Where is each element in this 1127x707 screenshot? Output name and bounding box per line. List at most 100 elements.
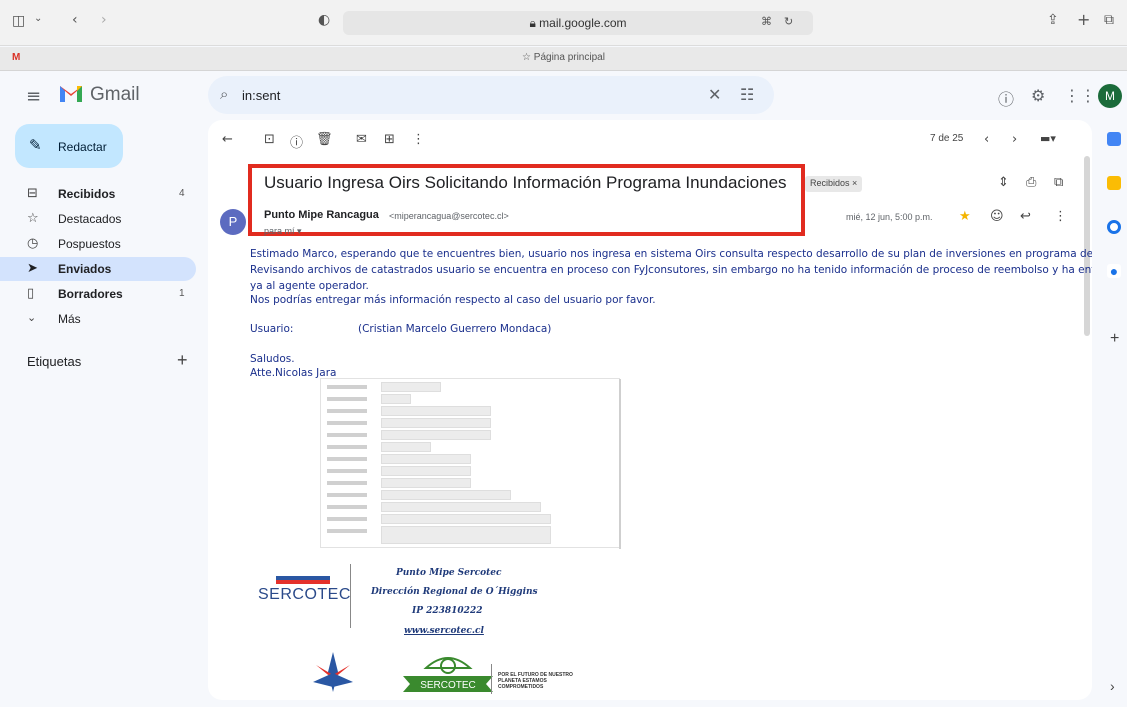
signature-region: Dirección Regional de O´Higgins <box>371 587 538 597</box>
signature-phone: IP 223810222 <box>412 606 483 616</box>
message-pane: ← ⊡ ⓘ 🗑︎ ✉ ⊞ ⋮ 7 de 25 ‹ › ▬▾ Usuario In… <box>208 120 1092 700</box>
sender-email: <miperancagua@sercotec.cl> <box>389 211 509 221</box>
new-tab-icon[interactable]: + <box>1077 10 1090 29</box>
expand-icon[interactable]: ⇕ <box>998 175 1009 190</box>
message-date: mié, 12 jun, 5:00 p.m. <box>846 212 933 222</box>
privacy-shield-icon[interactable]: ◐ <box>318 12 330 28</box>
browser-toolbar: ◫ ⌄ ‹ › ◐ 🔒︎ mail.google.com ⌘ ↻ ⇪ + ⧉ <box>0 0 1127 46</box>
tasks-icon[interactable] <box>1107 220 1121 234</box>
pagination-text: 7 de 25 <box>930 133 964 144</box>
reply-icon[interactable]: ↩ <box>1020 209 1031 224</box>
compose-button[interactable]: ✎ Redactar <box>15 124 123 168</box>
sender-name[interactable]: Punto Mipe Rancagua <box>264 209 379 221</box>
signature-website[interactable]: www.sercotec.cl <box>404 626 484 636</box>
search-options-icon[interactable]: ☷ <box>740 85 754 104</box>
side-panel: ● + › <box>1100 120 1127 700</box>
nav-item-count: 4 <box>179 188 185 199</box>
tab-bar: M ☆ Página principal <box>0 47 1127 71</box>
draft-icon: ▯ <box>27 286 35 301</box>
input-tools-icon[interactable]: ▬▾ <box>1040 132 1056 145</box>
labels-heading: Etiquetas <box>27 354 82 369</box>
nav-item-label: Destacados <box>58 212 122 226</box>
body-line: Estimado Marco, esperando que te encuent… <box>250 248 1092 260</box>
lock-icon: 🔒︎ <box>529 16 540 30</box>
newer-icon[interactable]: ‹ <box>984 132 989 147</box>
report-spam-icon[interactable]: ⓘ <box>290 132 303 151</box>
back-arrow-icon[interactable]: ← <box>222 132 233 147</box>
compose-label: Redactar <box>58 140 107 154</box>
forward-icon[interactable]: › <box>101 12 107 28</box>
nav-item-count: 1 <box>179 288 185 299</box>
nav-item-starred[interactable]: ☆ Destacados <box>0 207 196 231</box>
signature-divider <box>350 564 351 628</box>
recipient-details[interactable]: para mí ▾ <box>264 226 302 237</box>
user-label: Usuario: <box>250 323 294 335</box>
address-bar[interactable]: 🔒︎ mail.google.com ⌘ ↻ <box>343 11 813 35</box>
highlight-box <box>248 164 805 236</box>
search-icon[interactable]: ⌕ <box>220 85 228 103</box>
get-addons-icon[interactable]: + <box>1110 330 1119 348</box>
settings-gear-icon[interactable]: ⚙ <box>1031 86 1045 105</box>
more-options-icon[interactable]: ⋮ <box>412 132 425 147</box>
show-side-panel-icon[interactable]: › <box>1110 678 1115 694</box>
star-icon: ☆ <box>27 211 39 226</box>
translate-icon[interactable]: ⌘ <box>761 15 772 28</box>
main-menu-icon[interactable]: ≡ <box>26 86 41 107</box>
archive-icon[interactable]: ⊡ <box>264 132 275 147</box>
star-icon[interactable]: ★ <box>959 209 971 224</box>
nav-item-label: Más <box>58 312 81 326</box>
more-options-icon[interactable]: ⋮ <box>1054 209 1067 224</box>
keep-icon[interactable] <box>1107 176 1121 190</box>
body-line: Revisando archivos de catastrados usuari… <box>250 264 1092 276</box>
user-value: (Cristian Marcelo Guerrero Mondaca) <box>358 323 552 335</box>
search-input[interactable]: in:sent <box>242 88 280 103</box>
government-emblem-icon <box>313 652 353 692</box>
account-avatar[interactable]: M <box>1098 84 1122 108</box>
embedded-form-screenshot <box>320 378 621 549</box>
chevron-down-icon[interactable]: ⌄ <box>34 13 42 24</box>
inbox-label-chip[interactable]: Recibidos × <box>805 176 863 192</box>
mark-unread-icon[interactable]: ✉ <box>356 132 367 147</box>
nav-item-label: Borradores <box>58 287 123 301</box>
search-bar[interactable]: ⌕ in:sent ✕ ☷ <box>208 76 774 114</box>
active-tab[interactable]: ☆ Página principal <box>0 52 1127 63</box>
older-icon[interactable]: › <box>1012 132 1017 147</box>
sidebar-toggle-icon[interactable]: ◫ <box>12 13 25 29</box>
calendar-icon[interactable] <box>1107 132 1121 146</box>
send-icon: ➤ <box>27 261 38 276</box>
body-line: ya al agente operador. <box>250 280 369 292</box>
apps-grid-icon[interactable]: ⋮⋮ <box>1064 86 1096 105</box>
sercotec-logo-text: SERCOTEC <box>258 586 351 603</box>
nav-item-inbox[interactable]: ⊟ Recibidos 4 <box>0 182 196 206</box>
reload-icon[interactable]: ↻ <box>784 15 793 28</box>
nav-item-more[interactable]: ⌄ Más <box>0 307 196 331</box>
sercotec-logo: SERCOTEC <box>258 572 351 612</box>
back-icon[interactable]: ‹ <box>72 12 78 28</box>
delete-icon[interactable]: 🗑︎ <box>316 132 333 147</box>
url-text: mail.google.com <box>539 16 627 30</box>
nav-item-snoozed[interactable]: ◷ Pospuestos <box>0 232 196 256</box>
print-icon[interactable]: ⎙ <box>1026 175 1036 190</box>
gmail-logo-icon[interactable] <box>58 82 84 104</box>
scrollbar[interactable] <box>1084 156 1090 336</box>
pencil-icon: ✎ <box>29 136 42 154</box>
sustainability-badge-icon: SERCOTEC <box>403 657 493 692</box>
add-label-icon[interactable]: + <box>177 350 188 371</box>
tab-title: Página principal <box>533 52 605 63</box>
move-to-icon[interactable]: ⊞ <box>384 132 395 147</box>
open-new-window-icon[interactable]: ⧉ <box>1054 175 1063 190</box>
signature-name: Punto Mipe Sercotec <box>396 568 502 578</box>
nav-item-label: Pospuestos <box>58 237 121 251</box>
clear-search-icon[interactable]: ✕ <box>708 85 721 104</box>
nav-item-drafts[interactable]: ▯ Borradores 1 <box>0 282 196 306</box>
star-icon: ☆ <box>522 52 534 63</box>
badge-divider <box>491 664 492 694</box>
help-icon[interactable]: ⓘ <box>998 86 1014 110</box>
nav-item-sent[interactable]: ➤ Enviados <box>0 257 196 281</box>
emoji-react-icon[interactable]: ☺ <box>990 209 1004 224</box>
share-icon[interactable]: ⇪ <box>1047 12 1059 28</box>
inbox-icon: ⊟ <box>27 186 38 201</box>
clock-icon: ◷ <box>27 236 39 251</box>
contacts-icon[interactable]: ● <box>1107 264 1121 278</box>
tab-overview-icon[interactable]: ⧉ <box>1104 12 1114 28</box>
